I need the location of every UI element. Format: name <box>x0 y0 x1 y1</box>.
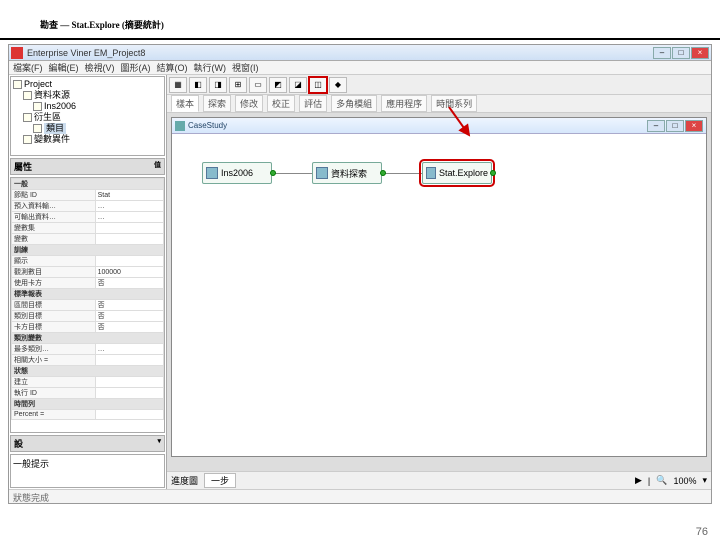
node-label: Ins2006 <box>221 168 253 178</box>
main-toolbar: ▦ ◧ ◨ ⊞ ▭ ◩ ◪ ◫ ◆ <box>167 75 711 95</box>
tb-btn-9[interactable]: ◆ <box>329 77 347 93</box>
tab-timeseries[interactable]: 時間系列 <box>431 95 477 112</box>
tb-btn-3[interactable]: ◨ <box>209 77 227 93</box>
node-port[interactable] <box>380 170 386 176</box>
tb-btn-5[interactable]: ▭ <box>249 77 267 93</box>
close-button[interactable]: × <box>691 47 709 59</box>
help-header: 設▾ <box>10 435 165 452</box>
tab-sample[interactable]: 樣本 <box>171 95 199 112</box>
tb-btn-6[interactable]: ◩ <box>269 77 287 93</box>
diagram-icon <box>175 121 185 131</box>
main-panel: ▦ ◧ ◨ ⊞ ▭ ◩ ◪ ◫ ◆ 樣本 探索 修改 校正 評估 多角模組 應用… <box>167 75 711 489</box>
menubar: 檔案(F) 編輯(E) 檢視(V) 圖形(A) 結算(O) 執行(W) 視窗(I… <box>9 61 711 75</box>
tb-btn-1[interactable]: ▦ <box>169 77 187 93</box>
menu-edit[interactable]: 編輯(E) <box>49 61 79 74</box>
app-statusbar: 狀態完成 <box>9 489 711 503</box>
tb-btn-statexplore[interactable]: ◫ <box>309 77 327 93</box>
zoom-icon[interactable]: 🔍 <box>656 475 667 486</box>
node-n3[interactable]: Stat.Explore <box>422 162 492 184</box>
folder-icon <box>23 113 32 122</box>
slide-title: 勘查 — Stat.Explore (摘要統計) <box>0 0 720 40</box>
app-window: Enterprise Viner EM_Project8 – □ × 檔案(F)… <box>8 44 712 504</box>
diagram-close-button[interactable]: × <box>685 120 703 132</box>
status-sep: | <box>648 476 650 486</box>
node-label: Stat.Explore <box>439 168 488 178</box>
zoom-dropdown-icon[interactable]: ▾ <box>702 475 707 486</box>
tab-utility[interactable]: 多角模組 <box>331 95 377 112</box>
tab-explore[interactable]: 探索 <box>203 95 231 112</box>
properties-header: 屬性 值 <box>10 158 165 175</box>
diagram-titlebar: CaseStudy – □ × <box>172 118 706 134</box>
project-tree[interactable]: Project 資料來源 Ins2006 衍生區 類目 變數異件 <box>10 76 165 156</box>
help-panel: 一般提示 <box>10 454 165 488</box>
connector-2 <box>382 173 422 174</box>
diagram-window: CaseStudy – □ × Ins2006 資料探索 Stat.Explore <box>171 117 707 457</box>
tb-btn-2[interactable]: ◧ <box>189 77 207 93</box>
node-port[interactable] <box>270 170 276 176</box>
window-title: Enterprise Viner EM_Project8 <box>27 48 653 58</box>
tb-btn-4[interactable]: ⊞ <box>229 77 247 93</box>
diagram-max-button[interactable]: □ <box>666 120 684 132</box>
menu-settle[interactable]: 結算(O) <box>157 61 188 74</box>
tab-assess[interactable]: 評估 <box>299 95 327 112</box>
maximize-button[interactable]: □ <box>672 47 690 59</box>
tree-item-datasource[interactable]: 資料來源 <box>13 90 162 101</box>
tab-model[interactable]: 校正 <box>267 95 295 112</box>
project-icon <box>13 80 22 89</box>
tree-item-derived[interactable]: 衍生區 <box>13 112 162 123</box>
properties-table[interactable]: 一般節點 IDStat預入資料輸……可輸出資料……變數集變數訓練顯示觀測數目10… <box>10 177 165 433</box>
diagram-statusbar: 進度圖 一步 ▶ | 🔍 100% ▾ <box>167 471 711 489</box>
run-button[interactable]: ▶ <box>635 475 642 486</box>
node-n1[interactable]: Ins2006 <box>202 162 272 184</box>
canvas-area: CaseStudy – □ × Ins2006 資料探索 Stat.Explore <box>167 113 711 471</box>
titlebar: Enterprise Viner EM_Project8 – □ × <box>9 45 711 61</box>
zoom-value[interactable]: 100% <box>673 476 696 486</box>
status-scale[interactable]: 一步 <box>204 473 236 488</box>
diagram-min-button[interactable]: – <box>647 120 665 132</box>
tree-item-ins2006[interactable]: Ins2006 <box>13 101 162 112</box>
left-panel: Project 資料來源 Ins2006 衍生區 類目 變數異件 屬性 值 一般… <box>9 75 167 489</box>
tb-btn-7[interactable]: ◪ <box>289 77 307 93</box>
table-icon <box>33 102 42 111</box>
diagram-canvas[interactable]: Ins2006 資料探索 Stat.Explore <box>172 134 706 456</box>
menu-run[interactable]: 執行(W) <box>194 61 227 74</box>
connector-1 <box>272 173 312 174</box>
page-number: 76 <box>696 526 708 538</box>
node-port[interactable] <box>490 170 496 176</box>
node-icon <box>426 167 436 179</box>
node-icon <box>206 167 218 179</box>
node-icon <box>316 167 328 179</box>
tool-tabs: 樣本 探索 修改 校正 評估 多角模組 應用程序 時間系列 <box>167 95 711 113</box>
tree-item-category[interactable]: 類目 <box>13 123 162 134</box>
minimize-button[interactable]: – <box>653 47 671 59</box>
folder-icon <box>23 91 32 100</box>
menu-graph[interactable]: 圖形(A) <box>121 61 151 74</box>
tab-apps[interactable]: 應用程序 <box>381 95 427 112</box>
folder-icon <box>23 135 32 144</box>
diagram-title: CaseStudy <box>188 121 647 130</box>
node-label: 資料探索 <box>331 167 367 180</box>
menu-file[interactable]: 檔案(F) <box>13 61 43 74</box>
node-n2[interactable]: 資料探索 <box>312 162 382 184</box>
menu-view[interactable]: 檢視(V) <box>85 61 115 74</box>
menu-window[interactable]: 視窗(I) <box>232 61 259 74</box>
app-icon <box>11 47 23 59</box>
tree-item-varevents[interactable]: 變數異件 <box>13 134 162 145</box>
item-icon <box>33 124 42 133</box>
status-label: 進度圖 <box>171 474 198 487</box>
tab-modify[interactable]: 修改 <box>235 95 263 112</box>
